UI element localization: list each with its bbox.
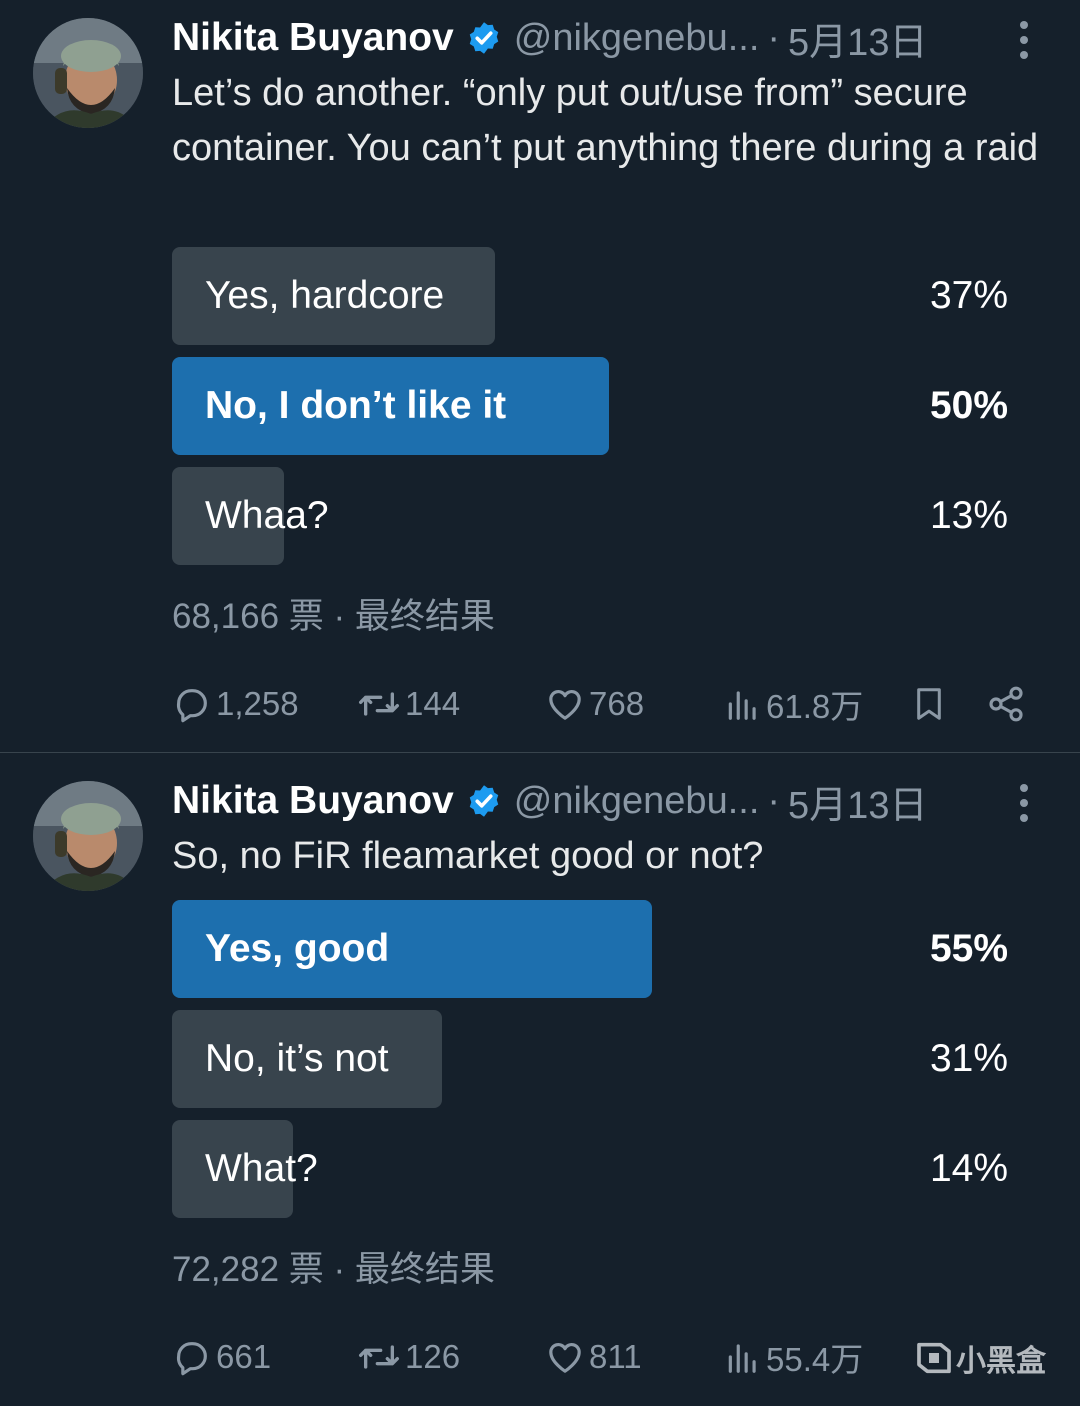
views-count: 61.8万 <box>766 688 864 725</box>
poll-option-label: What? <box>205 1147 318 1190</box>
poll-summary: 72,282 票 · 最终结果 <box>172 1241 495 1292</box>
share-button[interactable] <box>986 679 1026 729</box>
views-button[interactable]: 61.8万 <box>724 679 863 729</box>
tweet-date[interactable]: 5月13日 <box>788 774 927 829</box>
share-icon <box>989 686 1023 722</box>
retweet-count: 144 <box>405 685 461 722</box>
watermark: 小黑盒 <box>912 1333 1046 1383</box>
poll-option-label: No, it’s not <box>205 1037 389 1080</box>
poll-option-percent: 55% <box>929 927 1008 970</box>
poll-option: Yes, hardcore 37% <box>172 247 1008 345</box>
bookmark-icon <box>917 688 941 720</box>
reply-button[interactable]: 1,258 <box>172 679 299 729</box>
reply-count: 661 <box>216 1338 272 1375</box>
tweet-1[interactable]: Nikita Buyanov @nikgenebu... · 5月13日 Let… <box>0 0 1080 753</box>
views-count: 55.4万 <box>766 1341 864 1378</box>
poll-status: 最终结果 <box>354 597 495 636</box>
retweet-icon <box>358 1345 399 1369</box>
author-name[interactable]: Nikita Buyanov <box>172 16 454 60</box>
reply-button[interactable]: 661 <box>172 1332 271 1382</box>
vote-count: 72,282 票 <box>172 1250 324 1289</box>
author-handle[interactable]: @nikgenebu... <box>514 780 760 823</box>
separator-dot: · <box>333 1250 355 1289</box>
poll-option-winner: No, I don’t like it 50% <box>172 357 1008 455</box>
views-button[interactable]: 55.4万 <box>724 1332 863 1382</box>
author-name[interactable]: Nikita Buyanov <box>172 779 454 823</box>
tweet-header: Nikita Buyanov @nikgenebu... · 5月13日 <box>172 11 927 66</box>
poll-option: No, it’s not 31% <box>172 1010 1008 1108</box>
poll-option-percent: 31% <box>929 1037 1008 1080</box>
vote-count: 68,166 票 <box>172 597 324 636</box>
avatar[interactable] <box>33 18 143 128</box>
watermark-logo-icon <box>917 1342 951 1374</box>
reply-icon <box>176 689 207 723</box>
reply-icon <box>176 1342 207 1376</box>
verified-badge-icon <box>469 785 498 817</box>
tweet-text: So, no FiR fleamarket good or not? <box>172 835 764 877</box>
tweet-2[interactable]: Nikita Buyanov @nikgenebu... · 5月13日 So,… <box>0 753 1080 1406</box>
more-icon[interactable] <box>1012 15 1036 65</box>
retweet-button[interactable]: 126 <box>357 1332 460 1382</box>
watermark-text: 小黑盒 <box>956 1345 1046 1378</box>
reply-count: 1,258 <box>216 685 299 722</box>
author-handle[interactable]: @nikgenebu... <box>514 17 760 60</box>
views-icon <box>728 1344 756 1373</box>
poll-option-label: Whaa? <box>205 494 329 537</box>
tweet-header: Nikita Buyanov @nikgenebu... · 5月13日 <box>172 774 927 829</box>
bookmark-button[interactable] <box>910 679 948 729</box>
tweet-text: Let’s do another. “only put out/use from… <box>172 72 1039 169</box>
verified-badge-icon <box>469 22 498 54</box>
separator-dot: · <box>333 597 355 636</box>
poll-option-label: Yes, hardcore <box>205 274 445 317</box>
poll-option: Whaa? 13% <box>172 467 1008 565</box>
poll-option-percent: 13% <box>929 494 1008 537</box>
like-icon <box>549 1343 581 1373</box>
poll-option-winner: Yes, good 55% <box>172 900 1008 998</box>
poll-option-label: No, I don’t like it <box>205 384 507 427</box>
poll-summary: 68,166 票 · 最终结果 <box>172 588 495 639</box>
poll-status: 最终结果 <box>354 1250 495 1289</box>
like-count: 768 <box>589 685 645 722</box>
like-button[interactable]: 768 <box>545 679 644 729</box>
more-icon[interactable] <box>1012 778 1036 828</box>
separator-dot: · <box>767 16 781 59</box>
poll-option: What? 14% <box>172 1120 1008 1218</box>
like-icon <box>549 690 581 720</box>
views-icon <box>728 691 756 720</box>
like-button[interactable]: 811 <box>545 1332 642 1382</box>
poll-option-percent: 37% <box>929 274 1008 317</box>
avatar[interactable] <box>33 781 143 891</box>
poll-option-label: Yes, good <box>205 927 390 970</box>
poll-option-percent: 50% <box>929 384 1008 427</box>
like-count: 811 <box>589 1338 642 1375</box>
separator-dot: · <box>767 779 781 822</box>
retweet-button[interactable]: 144 <box>357 679 460 729</box>
retweet-icon <box>358 692 399 716</box>
poll-option-percent: 14% <box>929 1147 1008 1190</box>
retweet-count: 126 <box>405 1338 461 1375</box>
tweet-date[interactable]: 5月13日 <box>788 11 927 66</box>
